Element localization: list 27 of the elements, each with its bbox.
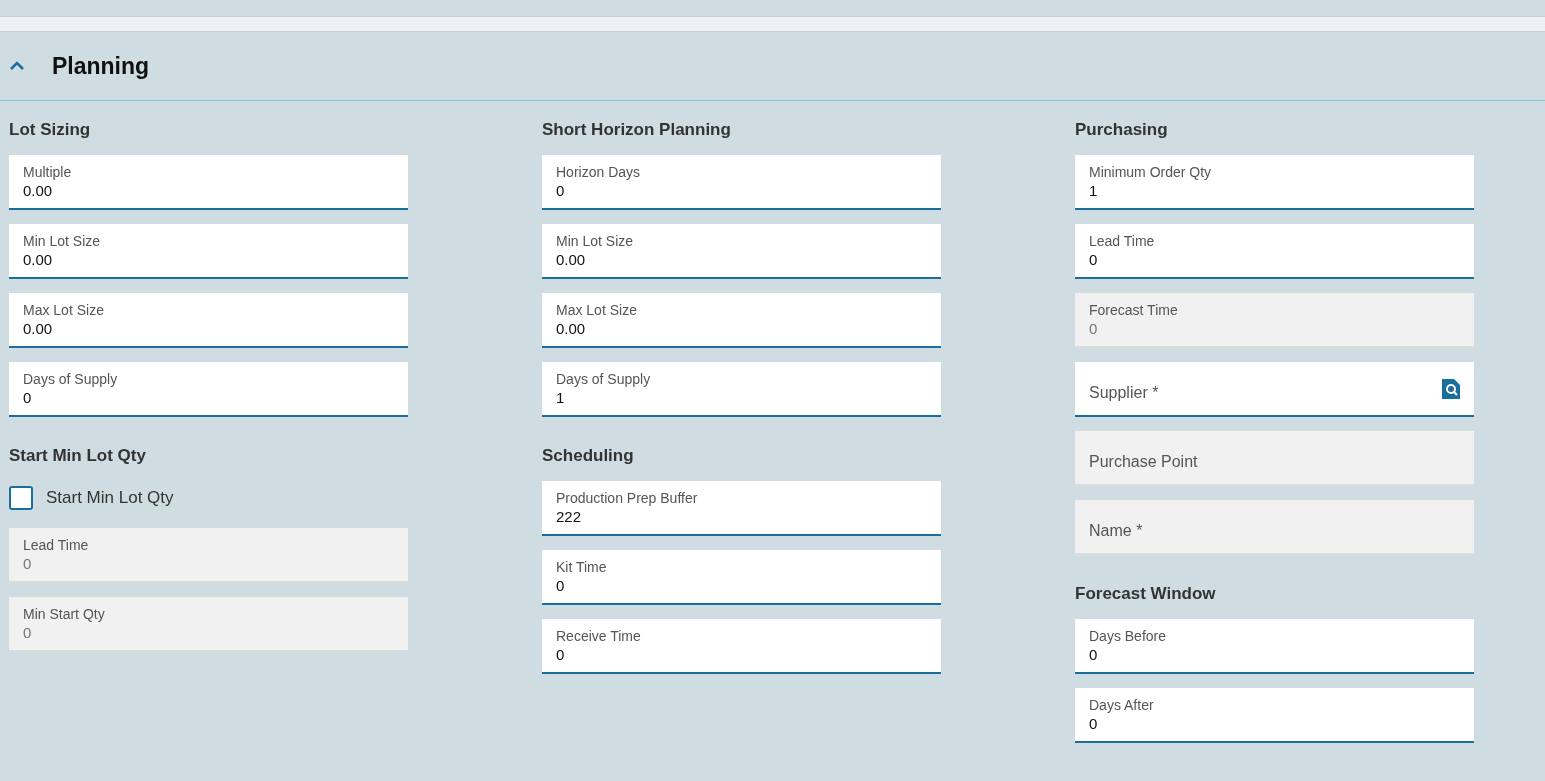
input-field[interactable]: Multiple 0.00	[9, 155, 408, 210]
input-field[interactable]: Kit Time 0	[542, 550, 941, 605]
input-field[interactable]: Days Before 0	[1075, 619, 1474, 674]
collapse-chevron-icon[interactable]	[9, 61, 25, 71]
group-heading: Start Min Lot Qty	[9, 445, 147, 467]
checkbox[interactable]	[9, 485, 33, 510]
input-field[interactable]: Lead Time 0	[1075, 224, 1474, 279]
input-field[interactable]: Production Prep Buffer 222	[542, 481, 941, 536]
group-heading: Lot Sizing	[9, 119, 92, 141]
input-field[interactable]: Days After 0	[1075, 688, 1474, 743]
input-field[interactable]: Max Lot Size 0.00	[9, 293, 408, 348]
checkbox-label: Start Min Lot Qty	[46, 487, 174, 508]
input-field[interactable]: Days of Supply 1	[542, 362, 941, 417]
group-heading: Short Horizon Planning	[542, 119, 732, 141]
input-field[interactable]: Min Lot Size 0.00	[9, 224, 408, 279]
input-field[interactable]: Horizon Days 0	[542, 155, 941, 210]
search-document-icon[interactable]	[1442, 378, 1460, 399]
group-heading: Purchasing	[1075, 119, 1169, 141]
input-field[interactable]: Min Lot Size 0.00	[542, 224, 941, 279]
input-field[interactable]: Max Lot Size 0.00	[542, 293, 941, 348]
section-title: Planning	[52, 52, 150, 80]
group-heading: Forecast Window	[1075, 583, 1217, 605]
input-field[interactable]: Days of Supply 0	[9, 362, 408, 417]
group-heading: Scheduling	[542, 445, 635, 467]
lookup-field[interactable]: Supplier *	[1075, 362, 1474, 417]
input-field[interactable]: Minimum Order Qty 1	[1075, 155, 1474, 210]
input-field[interactable]: Receive Time 0	[542, 619, 941, 674]
